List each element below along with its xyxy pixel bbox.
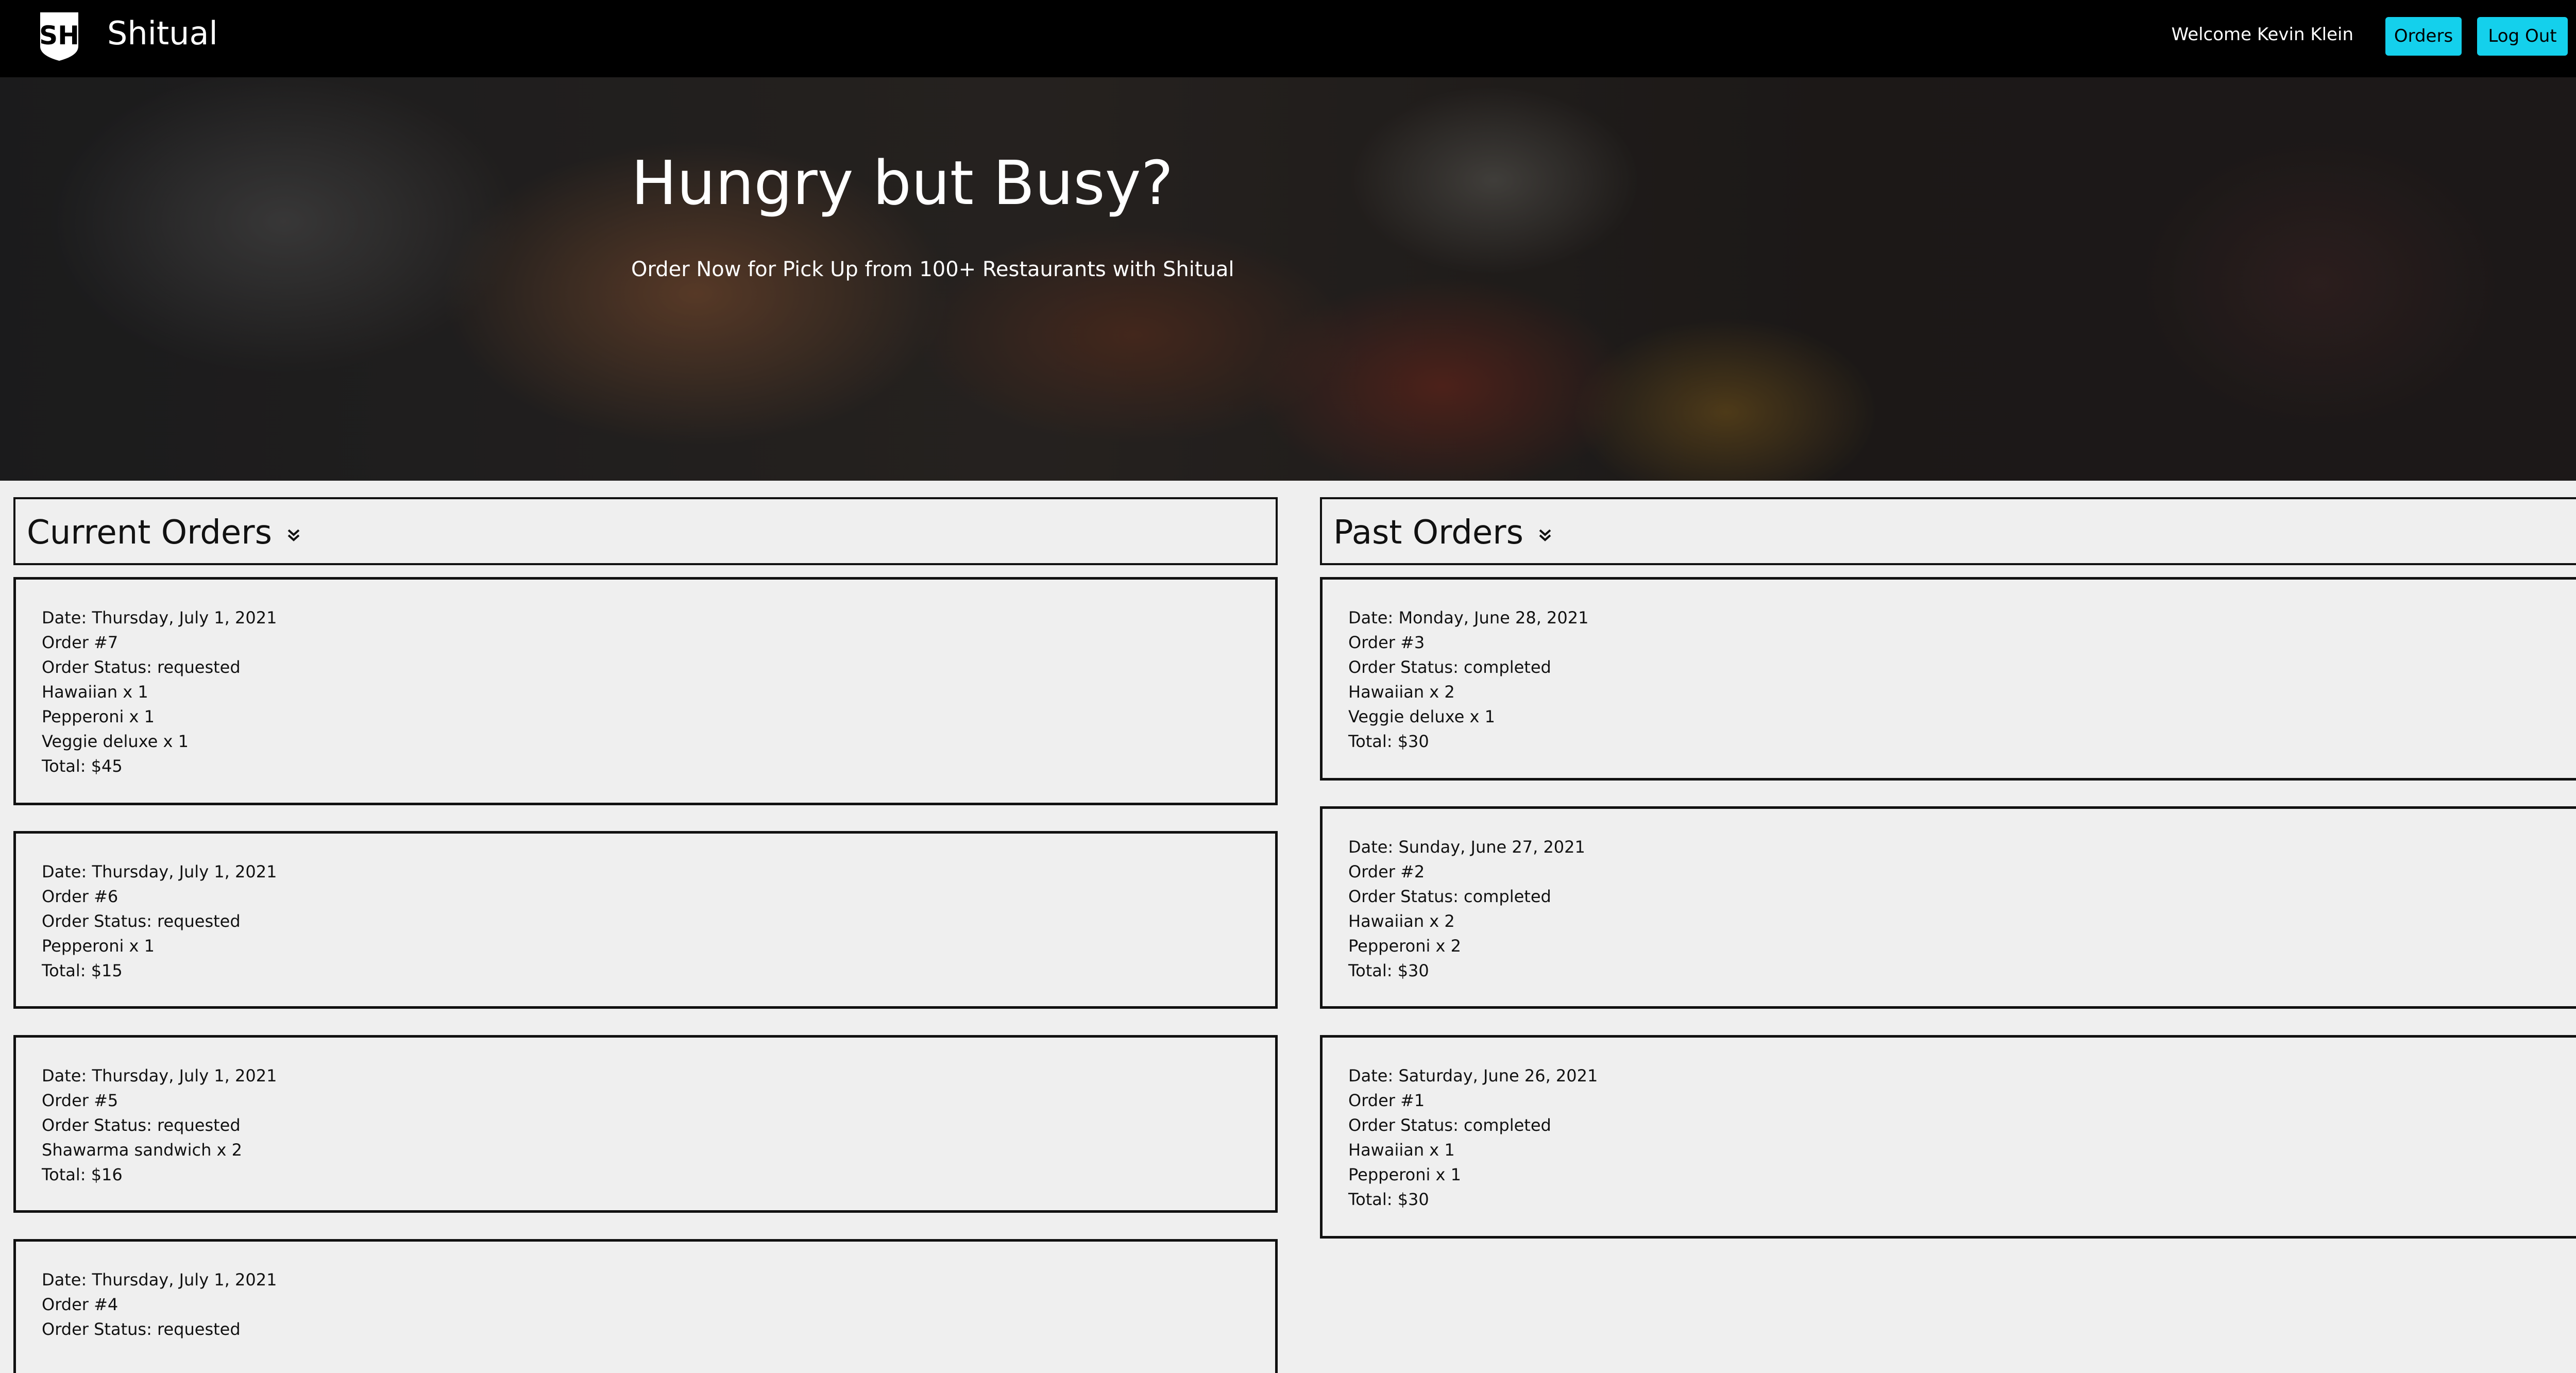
order-card: Date: Thursday, July 1, 2021 Order #6 Or… xyxy=(13,831,1278,1009)
order-item: Hawaiian x 2 xyxy=(1348,682,1455,702)
order-date: Date: Sunday, June 27, 2021 xyxy=(1348,837,1585,857)
order-status: Order Status: completed xyxy=(1348,887,1551,906)
order-date: Date: Thursday, July 1, 2021 xyxy=(42,608,277,628)
order-number: Order #1 xyxy=(1348,1091,1425,1110)
hero-title: Hungry but Busy? xyxy=(631,147,1174,218)
order-item: Hawaiian x 2 xyxy=(1348,911,1455,931)
hero-subtitle: Order Now for Pick Up from 100+ Restaura… xyxy=(631,258,1234,281)
order-total: Total: $30 xyxy=(1348,732,1429,751)
navbar: SH Shitual Welcome Kevin Klein Orders Lo… xyxy=(0,0,2576,77)
order-total: Total: $30 xyxy=(1348,1190,1429,1209)
order-status: Order Status: completed xyxy=(1348,657,1551,677)
past-orders-header[interactable]: Past Orders xyxy=(1320,497,2576,565)
order-item: Pepperoni x 1 xyxy=(42,936,155,956)
order-number: Order #5 xyxy=(42,1091,118,1110)
logout-button[interactable]: Log Out xyxy=(2477,17,2568,56)
order-number: Order #2 xyxy=(1348,862,1425,882)
order-item: Pepperoni x 2 xyxy=(1348,936,1461,956)
orders-button[interactable]: Orders xyxy=(2385,17,2462,56)
order-total: Total: $30 xyxy=(1348,961,1429,980)
hero-overlay xyxy=(0,77,2576,481)
order-item: Hawaiian x 1 xyxy=(1348,1140,1455,1160)
order-card: Date: Sunday, June 27, 2021 Order #2 Ord… xyxy=(1320,806,2576,1009)
order-number: Order #4 xyxy=(42,1295,118,1314)
order-item: Shawarma sandwich x 2 xyxy=(42,1140,242,1160)
order-card: Date: Monday, June 28, 2021 Order #3 Ord… xyxy=(1320,577,2576,781)
hero-banner: Hungry but Busy? Order Now for Pick Up f… xyxy=(0,77,2576,481)
current-orders-header[interactable]: Current Orders xyxy=(13,497,1278,565)
order-status: Order Status: requested xyxy=(42,1319,241,1339)
order-card: Date: Thursday, July 1, 2021 Order #5 Or… xyxy=(13,1035,1278,1213)
past-orders-section: Past Orders Date: Monday, June 28, 2021 … xyxy=(1320,497,2576,1239)
order-item: Pepperoni x 1 xyxy=(1348,1165,1461,1184)
order-card: Date: Thursday, July 1, 2021 Order #4 Or… xyxy=(13,1239,1278,1373)
order-date: Date: Thursday, July 1, 2021 xyxy=(42,1066,277,1086)
brand-name[interactable]: Shitual xyxy=(107,15,218,52)
order-item: Hawaiian x 1 xyxy=(42,682,148,702)
order-date: Date: Thursday, July 1, 2021 xyxy=(42,1270,277,1290)
order-item: Pepperoni x 1 xyxy=(42,707,155,726)
order-status: Order Status: requested xyxy=(42,657,241,677)
double-chevron-down-icon[interactable] xyxy=(285,524,302,545)
order-number: Order #6 xyxy=(42,887,118,906)
order-total: Total: $16 xyxy=(42,1165,123,1184)
order-item: Veggie deluxe x 1 xyxy=(42,732,189,751)
order-date: Date: Monday, June 28, 2021 xyxy=(1348,608,1589,628)
order-date: Date: Thursday, July 1, 2021 xyxy=(42,862,277,882)
double-chevron-down-icon[interactable] xyxy=(1537,524,1553,545)
order-card: Date: Saturday, June 26, 2021 Order #1 O… xyxy=(1320,1035,2576,1239)
welcome-message: Welcome Kevin Klein xyxy=(2171,24,2353,45)
order-item: Veggie deluxe x 1 xyxy=(1348,707,1495,726)
current-orders-section: Current Orders Date: Thursday, July 1, 2… xyxy=(13,497,1278,1373)
order-number: Order #3 xyxy=(1348,633,1425,652)
past-orders-title: Past Orders xyxy=(1333,514,1523,552)
order-number: Order #7 xyxy=(42,633,118,652)
current-orders-title: Current Orders xyxy=(27,514,272,552)
order-status: Order Status: completed xyxy=(1348,1115,1551,1135)
order-date: Date: Saturday, June 26, 2021 xyxy=(1348,1066,1598,1086)
order-total: Total: $45 xyxy=(42,756,123,776)
order-status: Order Status: requested xyxy=(42,1115,241,1135)
shitual-logo-icon[interactable]: SH xyxy=(36,10,82,62)
order-status: Order Status: requested xyxy=(42,911,241,931)
order-total: Total: $15 xyxy=(42,961,123,980)
svg-text:SH: SH xyxy=(39,21,79,50)
order-card: Date: Thursday, July 1, 2021 Order #7 Or… xyxy=(13,577,1278,805)
